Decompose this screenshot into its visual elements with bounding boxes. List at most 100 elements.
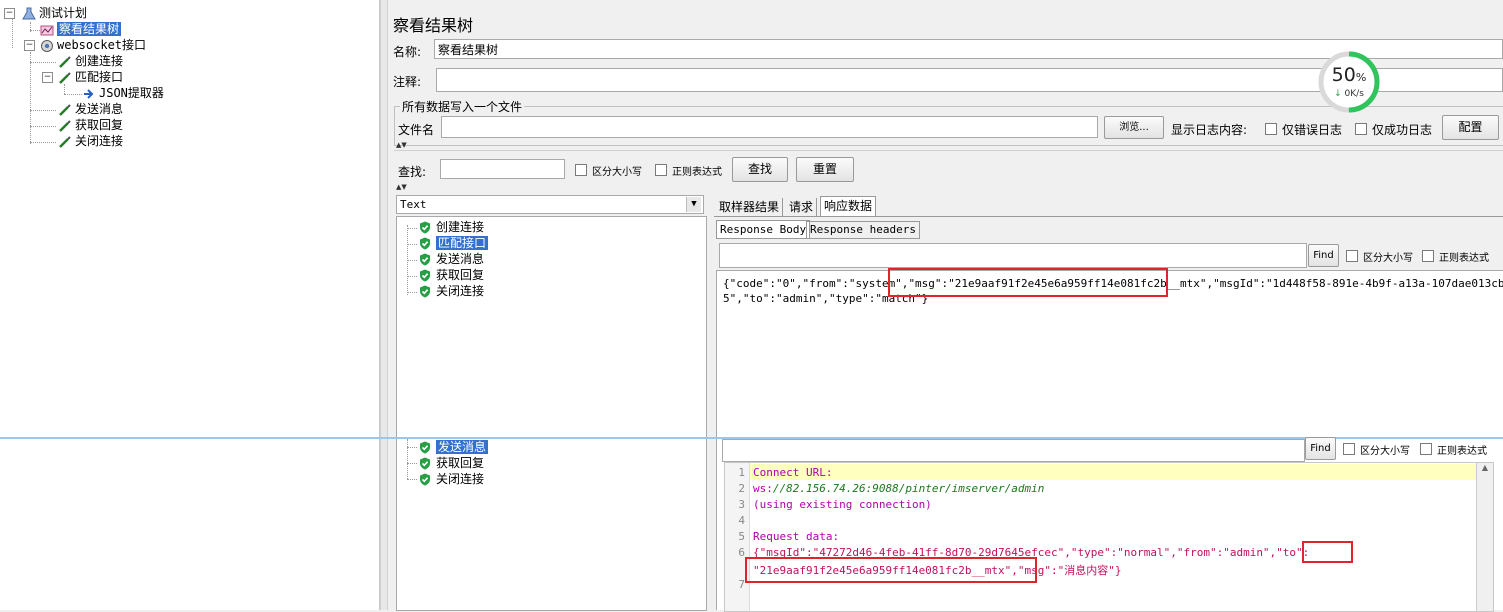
tree-label: websocket接口 bbox=[57, 38, 147, 52]
result-item[interactable]: 获取回复 bbox=[419, 267, 484, 283]
request-regex-checkbox[interactable]: 正则表达式 bbox=[1420, 442, 1487, 457]
result-label: 获取回复 bbox=[436, 268, 485, 282]
checkbox-label: 区分大小写 bbox=[1363, 253, 1413, 264]
request-line-2: ws://82.156.74.26:9088/pinter/imserver/a… bbox=[753, 482, 1045, 495]
expand-toggle-root[interactable]: − bbox=[4, 8, 15, 19]
pipette-icon bbox=[59, 71, 71, 84]
scroll-up-icon[interactable]: ▲ bbox=[1477, 463, 1493, 472]
result-item[interactable]: 发送消息 bbox=[419, 251, 484, 267]
highlight-box-to-value bbox=[745, 557, 1037, 583]
arrow-icon bbox=[84, 88, 94, 99]
tree-item-sampler-receive[interactable]: 获取回复 bbox=[58, 117, 123, 133]
search-input[interactable] bbox=[440, 159, 565, 179]
result-item[interactable]: 匹配接口 bbox=[419, 235, 489, 251]
request-find-input[interactable] bbox=[722, 439, 1305, 462]
success-only-checkbox[interactable]: 仅成功日志 bbox=[1355, 121, 1432, 138]
result-item[interactable]: 创建连接 bbox=[419, 219, 484, 235]
success-shield-icon bbox=[420, 237, 430, 250]
tree-label: 关闭连接 bbox=[75, 134, 124, 148]
checkbox-box[interactable] bbox=[655, 164, 667, 176]
tree-item-sampler-connect[interactable]: 创建连接 bbox=[58, 53, 123, 69]
checkbox-label: 正则表达式 bbox=[672, 167, 722, 178]
renderer-select[interactable]: Text ▼ bbox=[396, 195, 704, 214]
result-item[interactable]: 关闭连接 bbox=[419, 471, 484, 487]
request-case-checkbox[interactable]: 区分大小写 bbox=[1343, 442, 1410, 457]
checkbox-box[interactable] bbox=[1346, 250, 1358, 262]
line-number: 4 bbox=[738, 514, 745, 527]
expand-toggle-thread-group[interactable]: − bbox=[24, 40, 35, 51]
success-shield-icon bbox=[420, 285, 430, 298]
tree-label: 获取回复 bbox=[75, 118, 124, 132]
tree-label: 创建连接 bbox=[75, 54, 124, 68]
result-label: 发送消息 bbox=[436, 252, 485, 266]
divider bbox=[394, 150, 1503, 151]
errors-only-checkbox[interactable]: 仅错误日志 bbox=[1265, 121, 1342, 138]
flask-icon bbox=[22, 7, 36, 19]
checkbox-label: 区分大小写 bbox=[592, 167, 642, 178]
pipette-icon bbox=[59, 103, 71, 116]
tree-item-sampler-match[interactable]: 匹配接口 bbox=[58, 69, 123, 85]
gauge-rate: ↓ 0K/s bbox=[1334, 89, 1364, 99]
line-number: 1 bbox=[738, 466, 745, 479]
result-item[interactable]: 发送消息 bbox=[419, 439, 489, 455]
request-text-view[interactable]: 1 2 3 4 5 6 7 Connect URL: ws://82.156.7… bbox=[724, 462, 1494, 612]
vertical-scrollbar[interactable]: ▲ bbox=[1476, 463, 1493, 611]
pipette-icon bbox=[59, 135, 71, 148]
reset-button[interactable]: 重置 bbox=[796, 157, 854, 182]
checkbox-label: 正则表达式 bbox=[1439, 253, 1489, 264]
result-label: 关闭连接 bbox=[436, 284, 485, 298]
gauge-percent: 50% bbox=[1331, 64, 1367, 86]
checkbox-box[interactable] bbox=[1422, 250, 1434, 262]
collapse-arrows[interactable]: ▲▼ bbox=[396, 142, 407, 149]
line-number: 6 bbox=[738, 546, 745, 559]
success-shield-icon bbox=[420, 269, 430, 282]
checkbox-box[interactable] bbox=[1343, 443, 1355, 455]
case-sensitive-checkbox[interactable]: 区分大小写 bbox=[575, 163, 642, 178]
checkbox-box[interactable] bbox=[1355, 123, 1367, 135]
pipette-icon bbox=[59, 119, 71, 132]
checkbox-box[interactable] bbox=[1265, 123, 1277, 135]
result-label: 发送消息 bbox=[436, 440, 489, 454]
tree-item-thread-group[interactable]: websocket接口 bbox=[40, 37, 146, 53]
tree-item-json-extractor[interactable]: JSON提取器 bbox=[82, 85, 164, 101]
tree-item-view-results-tree[interactable]: 察看结果树 bbox=[40, 21, 122, 37]
config-button[interactable]: 配置 bbox=[1442, 115, 1499, 140]
network-speed-gauge: 50% ↓ 0K/s bbox=[1318, 51, 1380, 113]
response-find-input[interactable] bbox=[719, 243, 1307, 268]
result-item[interactable]: 获取回复 bbox=[419, 455, 484, 471]
request-line-1: Connect URL: bbox=[753, 466, 833, 479]
tree-item-sampler-send[interactable]: 发送消息 bbox=[58, 101, 123, 117]
tree-item-sampler-close[interactable]: 关闭连接 bbox=[58, 133, 123, 149]
tree-item-test-plan[interactable]: 测试计划 bbox=[22, 5, 87, 21]
tree-label: 匹配接口 bbox=[75, 70, 124, 84]
panel-title: 察看结果树 bbox=[393, 16, 474, 35]
tab-response-data[interactable]: 响应数据 bbox=[820, 196, 877, 217]
result-label: 创建连接 bbox=[436, 220, 485, 234]
response-regex-checkbox[interactable]: 正则表达式 bbox=[1422, 249, 1489, 264]
chevron-down-icon[interactable]: ▼ bbox=[686, 197, 701, 212]
tab-underline bbox=[714, 216, 1503, 217]
request-find-button[interactable]: Find bbox=[1305, 437, 1336, 460]
tab-request[interactable]: 请求 bbox=[786, 198, 818, 216]
subtab-response-body[interactable]: Response Body bbox=[716, 220, 811, 239]
main-splitter[interactable] bbox=[380, 0, 388, 610]
regex-checkbox[interactable]: 正则表达式 bbox=[655, 163, 722, 178]
expand-toggle-match[interactable]: − bbox=[42, 72, 53, 83]
checkbox-box[interactable] bbox=[575, 164, 587, 176]
tab-sampler-result[interactable]: 取样器结果 bbox=[716, 198, 784, 216]
collapse-arrows[interactable]: ▲▼ bbox=[396, 184, 407, 191]
browse-button[interactable]: 浏览... bbox=[1104, 116, 1164, 139]
request-line-5: Request data: bbox=[753, 530, 840, 543]
filename-field[interactable] bbox=[441, 116, 1098, 138]
checkbox-box[interactable] bbox=[1420, 443, 1432, 455]
checkbox-label: 正则表达式 bbox=[1437, 446, 1487, 457]
subtab-response-headers[interactable]: Response headers bbox=[806, 221, 920, 239]
response-case-checkbox[interactable]: 区分大小写 bbox=[1346, 249, 1413, 264]
name-label: 名称: bbox=[393, 45, 422, 59]
pipette-icon bbox=[59, 55, 71, 68]
result-item[interactable]: 关闭连接 bbox=[419, 283, 484, 299]
tree-label: 发送消息 bbox=[75, 102, 124, 116]
search-button[interactable]: 查找 bbox=[732, 157, 788, 182]
request-line-3: (using existing connection) bbox=[753, 498, 932, 511]
response-find-button[interactable]: Find bbox=[1308, 244, 1339, 267]
